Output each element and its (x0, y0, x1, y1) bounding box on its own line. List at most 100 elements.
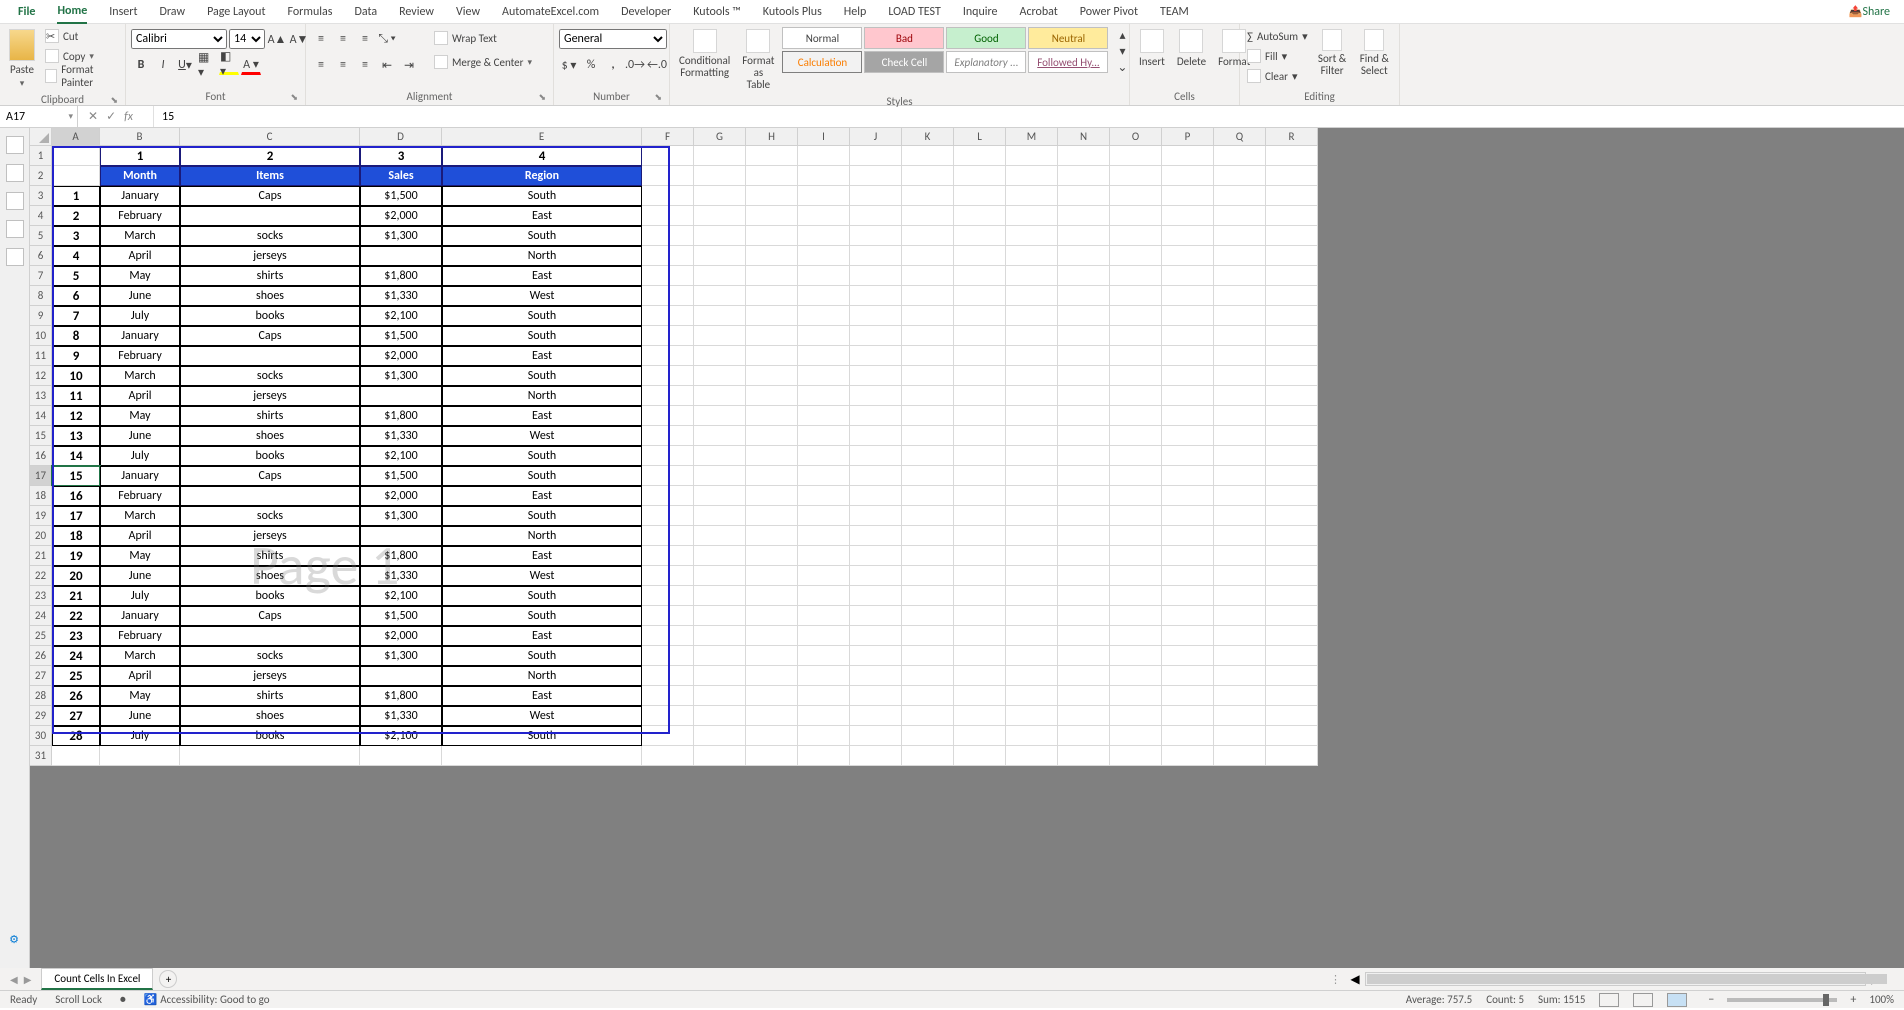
cell[interactable] (1110, 486, 1162, 506)
cell[interactable] (52, 746, 100, 766)
column-header[interactable]: I (798, 128, 850, 146)
cell[interactable] (694, 726, 746, 746)
cell[interactable] (850, 246, 902, 266)
cell[interactable]: $1,300 (360, 366, 442, 386)
cell[interactable]: East (442, 206, 642, 226)
accessibility-status[interactable]: ♿Accessibility: Good to go (144, 993, 270, 1006)
cell[interactable] (798, 726, 850, 746)
row-header[interactable]: 25 (30, 626, 52, 646)
cell[interactable] (642, 386, 694, 406)
cell[interactable] (850, 726, 902, 746)
cell[interactable] (798, 346, 850, 366)
cell[interactable] (1266, 346, 1318, 366)
cell[interactable] (1162, 286, 1214, 306)
cell[interactable] (1266, 526, 1318, 546)
cell[interactable]: July (100, 586, 180, 606)
cell[interactable]: 14 (52, 446, 100, 466)
cell[interactable]: April (100, 246, 180, 266)
cell[interactable] (1214, 246, 1266, 266)
cell[interactable] (954, 666, 1006, 686)
cell[interactable]: shoes (180, 566, 360, 586)
cell[interactable] (1162, 326, 1214, 346)
cell[interactable] (1110, 306, 1162, 326)
cell[interactable] (642, 206, 694, 226)
cell[interactable] (360, 666, 442, 686)
cell[interactable] (798, 506, 850, 526)
cell[interactable] (746, 506, 798, 526)
cell[interactable] (180, 206, 360, 226)
cell[interactable] (1058, 186, 1110, 206)
cell[interactable] (1110, 426, 1162, 446)
cell[interactable] (694, 526, 746, 546)
paste-button[interactable]: Paste ▾ (5, 27, 39, 91)
cell[interactable] (1058, 226, 1110, 246)
cell[interactable] (902, 186, 954, 206)
cell[interactable] (694, 606, 746, 626)
cell[interactable]: 26 (52, 686, 100, 706)
cell[interactable] (1006, 326, 1058, 346)
cell[interactable] (1214, 546, 1266, 566)
cell[interactable] (694, 166, 746, 186)
row-header[interactable]: 7 (30, 266, 52, 286)
cell[interactable] (1110, 166, 1162, 186)
cell[interactable] (798, 206, 850, 226)
cell[interactable] (694, 366, 746, 386)
cell[interactable] (746, 246, 798, 266)
ribbon-tab-inquire[interactable]: Inquire (963, 1, 998, 23)
cell[interactable] (798, 466, 850, 486)
cell[interactable] (1214, 386, 1266, 406)
cell-styles-gallery[interactable]: NormalBadGoodNeutralCalculationCheck Cel… (782, 27, 1108, 73)
cell[interactable]: 18 (52, 526, 100, 546)
cell[interactable] (954, 406, 1006, 426)
cell[interactable] (954, 366, 1006, 386)
cell[interactable] (1110, 446, 1162, 466)
page-break-view-button[interactable] (1667, 993, 1687, 1007)
borders-button[interactable]: ▦ ▾ (197, 55, 217, 75)
cell[interactable] (1266, 566, 1318, 586)
cell[interactable] (850, 546, 902, 566)
cell[interactable] (1058, 586, 1110, 606)
cell[interactable] (1006, 486, 1058, 506)
cell[interactable]: $1,330 (360, 426, 442, 446)
cell[interactable] (642, 246, 694, 266)
cell[interactable]: March (100, 646, 180, 666)
cell[interactable] (694, 326, 746, 346)
cell-style-option[interactable]: Followed Hy... (1028, 51, 1108, 73)
cell[interactable]: Caps (180, 466, 360, 486)
cell[interactable] (642, 526, 694, 546)
row-header[interactable]: 21 (30, 546, 52, 566)
ribbon-tab-page-layout[interactable]: Page Layout (207, 1, 265, 23)
cell[interactable]: books (180, 446, 360, 466)
cell[interactable]: $2,000 (360, 626, 442, 646)
cell[interactable]: May (100, 266, 180, 286)
format-as-table-button[interactable]: Format as Table (738, 27, 778, 93)
cell[interactable] (746, 186, 798, 206)
cell[interactable] (902, 686, 954, 706)
row-header[interactable]: 11 (30, 346, 52, 366)
column-header[interactable]: G (694, 128, 746, 146)
cell[interactable] (798, 366, 850, 386)
cell[interactable]: $1,330 (360, 286, 442, 306)
cell[interactable] (954, 206, 1006, 226)
cell[interactable] (1214, 526, 1266, 546)
cell[interactable] (642, 486, 694, 506)
cell[interactable] (954, 426, 1006, 446)
cell[interactable] (1110, 206, 1162, 226)
cell[interactable]: South (442, 366, 642, 386)
cell[interactable]: South (442, 306, 642, 326)
cell[interactable] (1110, 706, 1162, 726)
cell[interactable] (360, 526, 442, 546)
align-bottom-button[interactable]: ≡ (355, 29, 375, 49)
cell[interactable] (1058, 146, 1110, 166)
cell[interactable] (694, 426, 746, 446)
fill-color-button[interactable]: ◧ ▾ (219, 55, 239, 75)
cell[interactable] (1162, 386, 1214, 406)
cell[interactable] (850, 406, 902, 426)
cell[interactable] (902, 286, 954, 306)
row-header[interactable]: 29 (30, 706, 52, 726)
cell[interactable] (694, 386, 746, 406)
cell[interactable] (642, 686, 694, 706)
cell[interactable] (746, 166, 798, 186)
column-header[interactable]: H (746, 128, 798, 146)
cell[interactable] (902, 626, 954, 646)
